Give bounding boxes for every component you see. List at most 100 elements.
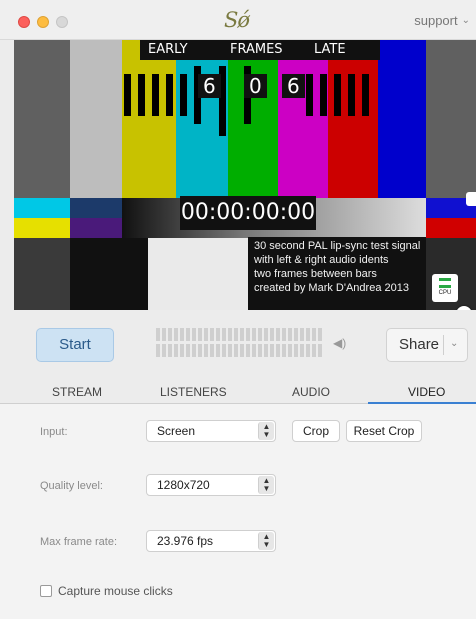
meter-segment	[234, 344, 238, 357]
color-bar-yellow	[122, 40, 176, 198]
meter-segment	[204, 344, 208, 357]
sync-tick	[334, 74, 341, 116]
framerate-select[interactable]: 23.976 fps ▲ ▼	[146, 530, 276, 552]
meter-segment	[312, 344, 316, 357]
tab-stream[interactable]: STREAM	[52, 385, 102, 399]
color-bar-gray	[70, 40, 122, 198]
lower-band-yellow	[14, 218, 70, 238]
video-settings-panel: Input: Screen ▲ ▼ Crop Reset Crop Quality…	[0, 404, 476, 619]
meter-segment	[198, 328, 202, 341]
meter-segment	[300, 328, 304, 341]
meter-segment	[210, 328, 214, 341]
caption-line: two frames between bars	[254, 268, 377, 280]
sync-tick	[138, 74, 145, 116]
meter-segment	[222, 328, 226, 341]
input-label: Input:	[40, 426, 68, 438]
zoom-window-button[interactable]	[56, 16, 68, 28]
meter-segment	[246, 328, 250, 341]
meter-segment	[186, 328, 190, 341]
framerate-value: 23.976 fps	[157, 534, 214, 548]
lower-band-navy	[70, 198, 122, 218]
capture-mouse-checkbox[interactable]	[40, 585, 52, 597]
start-button[interactable]: Start	[36, 328, 114, 362]
quality-select[interactable]: 1280x720 ▲ ▼	[146, 474, 276, 496]
framerate-label: Max frame rate:	[40, 536, 118, 548]
meter-segment	[192, 328, 196, 341]
meter-segment	[228, 344, 232, 357]
share-divider	[443, 335, 444, 355]
meter-segment	[210, 344, 214, 357]
color-bar-magenta	[278, 40, 328, 198]
input-select[interactable]: Screen ▲ ▼	[146, 420, 276, 442]
meter-segment	[246, 344, 250, 357]
chevron-down-icon: ⌄	[461, 15, 470, 26]
sync-tick	[124, 74, 131, 116]
chevron-down-icon[interactable]: ⌄	[450, 338, 458, 349]
meter-segment	[198, 344, 202, 357]
account-name: support	[414, 13, 458, 28]
meter-segment	[258, 344, 262, 357]
sync-labels: EARLY FRAMES LATE	[140, 40, 380, 60]
meter-segment	[162, 344, 166, 357]
caption-line: 30 second PAL lip-sync test signal	[254, 240, 421, 252]
close-window-button[interactable]	[18, 16, 30, 28]
meter-segment	[174, 328, 178, 341]
meter-segment	[168, 344, 172, 357]
share-button[interactable]: Share ⌄	[386, 328, 468, 362]
meter-segment	[276, 328, 280, 341]
sync-tick	[152, 74, 159, 116]
share-label: Share	[399, 336, 440, 353]
cpu-meter-icon	[439, 278, 451, 288]
slider-top-cap	[466, 192, 476, 206]
crop-button[interactable]: Crop	[292, 420, 340, 442]
meter-segment	[312, 328, 316, 341]
color-bar-gray-left	[14, 40, 70, 198]
color-bar-gray-right	[426, 40, 476, 198]
tab-listeners[interactable]: LISTENERS	[160, 385, 227, 399]
meter-segment	[258, 328, 262, 341]
timecode: 00:00:00:00	[180, 196, 316, 230]
meter-segment	[294, 328, 298, 341]
sync-tick	[362, 74, 369, 116]
controls-row: Start ◀) Share ⌄	[0, 310, 476, 382]
sync-tick	[166, 74, 173, 116]
meter-segment	[306, 344, 310, 357]
meter-segment	[240, 328, 244, 341]
preview-volume-slider[interactable]	[462, 192, 476, 310]
capture-mouse-row[interactable]: Capture mouse clicks	[40, 584, 173, 598]
cpu-indicator: CPU	[432, 274, 458, 302]
color-bar-red	[328, 40, 378, 198]
input-value: Screen	[157, 424, 196, 438]
capture-mouse-label: Capture mouse clicks	[58, 584, 173, 598]
color-bar-blue	[378, 40, 426, 198]
app-logo: Sǿ	[224, 8, 250, 32]
meter-segment	[318, 328, 322, 341]
title-bar: Sǿ support ⌄	[0, 0, 476, 40]
meter-segment	[186, 344, 190, 357]
tab-video[interactable]: VIDEO	[408, 385, 445, 399]
select-arrows-icon: ▲ ▼	[258, 532, 274, 550]
meter-segment	[216, 344, 220, 357]
meter-segment	[180, 344, 184, 357]
caption-line: with left & right audio idents	[254, 254, 389, 266]
video-preview: EARLY FRAMES LATE 6 0 6 00:00:00:00 30 s…	[14, 40, 476, 310]
meter-segment	[276, 344, 280, 357]
reset-crop-button[interactable]: Reset Crop	[346, 420, 422, 442]
center-digit: 0	[244, 74, 267, 98]
minimize-window-button[interactable]	[37, 16, 49, 28]
meter-segment	[192, 344, 196, 357]
account-menu[interactable]: support ⌄	[414, 13, 470, 28]
meter-segment	[156, 328, 160, 341]
tab-audio[interactable]: AUDIO	[292, 385, 330, 399]
late-label: LATE	[314, 42, 346, 57]
meter-segment	[300, 344, 304, 357]
meter-segment	[282, 328, 286, 341]
meter-segment	[174, 344, 178, 357]
meter-segment	[234, 328, 238, 341]
color-bar-green	[228, 40, 278, 198]
meter-segment	[252, 344, 256, 357]
lower-band-cyan	[14, 198, 70, 218]
sync-tick	[180, 74, 187, 116]
meter-segment	[306, 328, 310, 341]
audio-level-meter	[156, 328, 326, 358]
